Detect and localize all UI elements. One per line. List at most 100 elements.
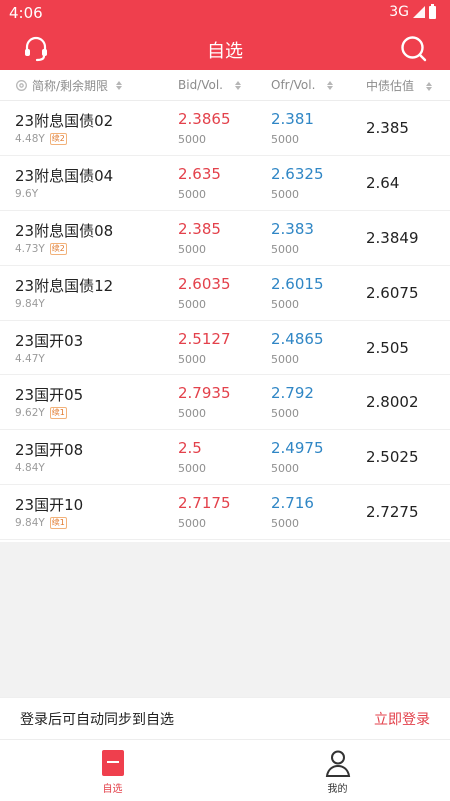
signal-icon: [413, 6, 425, 18]
column-ofr-header[interactable]: Ofr/Vol.: [271, 78, 366, 92]
settings-icon[interactable]: [15, 79, 28, 92]
tab-mine[interactable]: 我的: [225, 740, 450, 801]
continuation-badge: 续1: [49, 517, 67, 530]
ofr-cell: 2.4865 5000: [271, 330, 366, 366]
sort-icon: [234, 81, 241, 90]
bid-price: 2.5: [178, 439, 202, 458]
column-name-label: 简称/剩余期限: [32, 78, 109, 93]
table-row[interactable]: 23附息国债02 4.48Y 续2 2.3865 5000 2.381 5000…: [0, 101, 450, 156]
bond-cell: 23国开08 4.84Y: [0, 440, 178, 474]
bookmark-icon: [100, 748, 126, 778]
valuation-value: 2.3849: [366, 228, 419, 247]
login-prompt-message: 登录后可自动同步到自选: [20, 711, 174, 728]
bond-cell: 23附息国债02 4.48Y 续2: [0, 111, 178, 145]
bid-price: 2.7175: [178, 494, 231, 513]
ofr-volume: 5000: [271, 132, 299, 146]
bid-volume: 5000: [178, 242, 206, 256]
search-button[interactable]: [397, 32, 431, 66]
bond-term-line: 9.84Y 续1: [15, 517, 178, 530]
table-row[interactable]: 23国开03 4.47Y 2.5127 5000 2.4865 5000 2.5…: [0, 321, 450, 376]
bond-term-line: 4.73Y 续2: [15, 242, 178, 255]
bid-cell: 2.5 5000: [178, 439, 271, 475]
continuation-badge: 续2: [49, 132, 67, 145]
bond-term: 9.84Y: [15, 517, 45, 530]
ofr-price: 2.383: [271, 219, 314, 238]
bond-term: 4.84Y: [15, 462, 45, 475]
ofr-cell: 2.6015 5000: [271, 275, 366, 311]
bond-term: 4.73Y: [15, 242, 45, 255]
valuation-value: 2.6075: [366, 283, 419, 302]
bond-term: 9.6Y: [15, 187, 39, 200]
bond-cell: 23国开10 9.84Y 续1: [0, 495, 178, 530]
valuation-value: 2.7275: [366, 503, 419, 522]
status-bar: 4:06 3G: [0, 0, 450, 28]
table-row[interactable]: 23附息国债08 4.73Y 续2 2.385 5000 2.383 5000 …: [0, 211, 450, 266]
bond-cell: 23国开05 9.62Y 续1: [0, 385, 178, 420]
bond-name: 23国开08: [15, 441, 84, 460]
login-now-link[interactable]: 立即登录: [374, 709, 430, 729]
bond-term: 4.48Y: [15, 132, 45, 145]
ofr-volume: 5000: [271, 242, 299, 256]
bond-term-line: 9.84Y: [15, 298, 178, 310]
ofr-price: 2.716: [271, 494, 314, 513]
bond-name: 23附息国债02: [15, 111, 114, 130]
column-valuation-header[interactable]: 中债估值: [366, 77, 450, 94]
tab-watchlist[interactable]: 自选: [0, 740, 225, 801]
page-title: 自选: [207, 41, 243, 62]
bid-volume: 5000: [178, 187, 206, 201]
bond-name: 23附息国债12: [15, 276, 114, 295]
sort-icon: [116, 80, 123, 90]
bond-term: 9.84Y: [15, 297, 45, 310]
app-header: 4:06 3G 自选: [0, 0, 450, 70]
column-ofr-label: Ofr/Vol.: [271, 78, 316, 92]
bid-cell: 2.7935 5000: [178, 384, 271, 420]
ofr-price: 2.792: [271, 384, 314, 403]
valuation-value: 2.505: [366, 338, 409, 357]
bond-name: 23附息国债04: [15, 166, 114, 185]
ofr-cell: 2.792 5000: [271, 384, 366, 420]
status-time: 4:06: [9, 4, 43, 22]
column-valuation-label: 中债估值: [366, 78, 415, 93]
bond-cell: 23附息国债12 9.84Y: [0, 276, 178, 310]
ofr-volume: 5000: [271, 462, 299, 476]
table-row[interactable]: 23国开08 4.84Y 2.5 5000 2.4975 5000 2.5025: [0, 430, 450, 486]
ofr-price: 2.6015: [271, 274, 324, 293]
ofr-price: 2.4865: [271, 329, 324, 348]
column-bid-header[interactable]: Bid/Vol.: [178, 78, 271, 92]
bond-cell: 23附息国债08 4.73Y 续2: [0, 221, 178, 255]
tab-watchlist-label: 自选: [102, 784, 123, 795]
column-name-header[interactable]: 简称/剩余期限: [0, 77, 178, 94]
ofr-volume: 5000: [271, 297, 299, 311]
table-row[interactable]: 23国开10 9.84Y 续1 2.7175 5000 2.716 5000 2…: [0, 485, 450, 541]
ofr-volume: 5000: [271, 407, 299, 421]
table-row[interactable]: 23国开05 9.62Y 续1 2.7935 5000 2.792 5000 2…: [0, 375, 450, 431]
bid-cell: 2.635 5000: [178, 165, 271, 201]
table-row[interactable]: 23附息国债04 9.6Y 2.635 5000 2.6325 5000 2.6…: [0, 156, 450, 211]
bid-price: 2.385: [178, 219, 221, 238]
continuation-badge: 续1: [49, 407, 67, 420]
search-icon: [401, 36, 427, 62]
ofr-price: 2.6325: [271, 164, 324, 183]
bid-price: 2.635: [178, 164, 221, 183]
table-header: 简称/剩余期限 Bid/Vol. Ofr/Vol. 中债估值: [0, 70, 450, 101]
valuation-value: 2.64: [366, 173, 400, 192]
column-bid-label: Bid/Vol.: [178, 78, 223, 92]
bid-price: 2.6035: [178, 274, 231, 293]
bond-name: 23国开05: [15, 386, 84, 405]
network-label: 3G: [389, 4, 409, 20]
table-row[interactable]: 23附息国债12 9.84Y 2.6035 5000 2.6015 5000 2…: [0, 266, 450, 321]
valuation-value: 2.8002: [366, 393, 419, 412]
bond-term-line: 9.6Y: [15, 188, 178, 200]
bond-name: 23国开03: [15, 331, 84, 350]
battery-icon: [429, 3, 436, 19]
bond-term: 4.47Y: [15, 352, 45, 365]
bond-cell: 23国开03 4.47Y: [0, 331, 178, 365]
valuation-value: 2.5025: [366, 448, 419, 467]
ofr-price: 2.4975: [271, 439, 324, 458]
bid-cell: 2.385 5000: [178, 220, 271, 256]
ofr-cell: 2.4975 5000: [271, 439, 366, 475]
title-bar: 自选: [0, 28, 450, 70]
login-prompt-bar: 登录后可自动同步到自选 立即登录: [0, 697, 450, 739]
ofr-volume: 5000: [271, 352, 299, 366]
ofr-cell: 2.6325 5000: [271, 165, 366, 201]
